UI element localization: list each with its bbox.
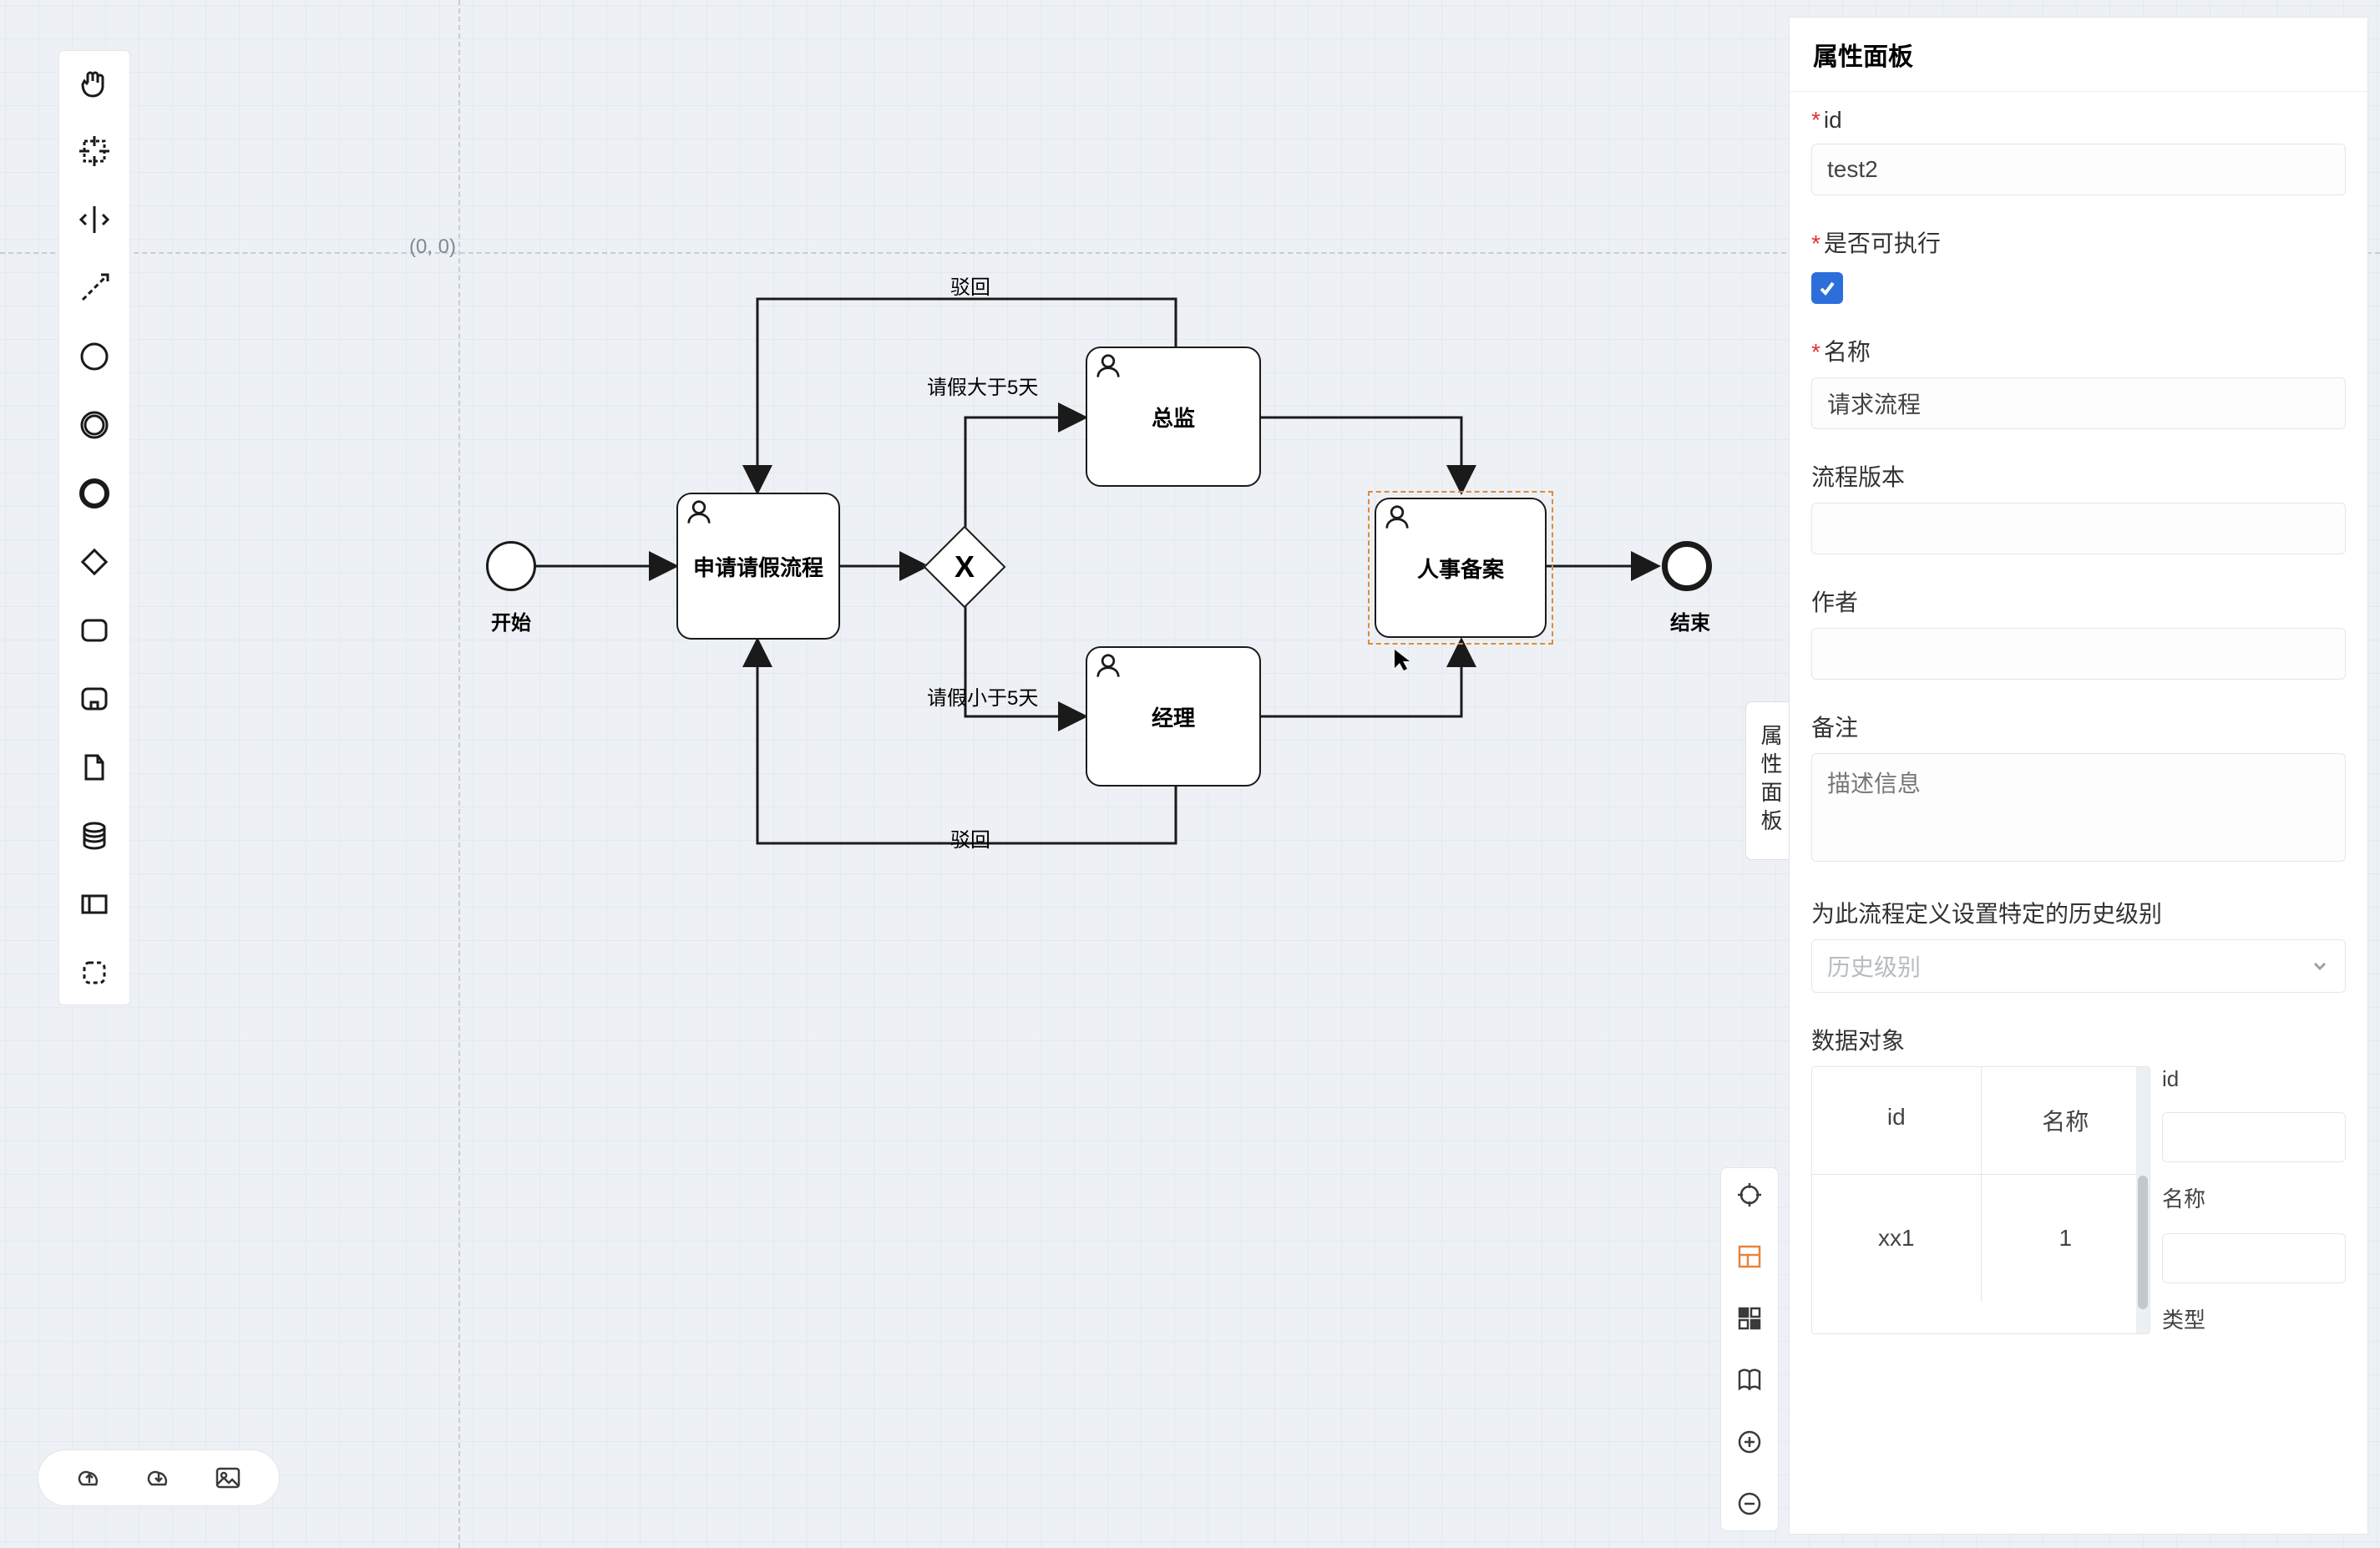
history-level-label: 为此流程定义设置特定的历史级别 — [1811, 901, 2162, 927]
form-id-label: id — [2162, 1066, 2346, 1092]
version-label: 流程版本 — [1811, 464, 1905, 490]
io-toolbar — [38, 1449, 280, 1506]
history-level-placeholder: 历史级别 — [1827, 949, 1921, 983]
cursor-icon — [1393, 648, 1413, 671]
task-tool[interactable] — [69, 605, 119, 655]
task-apply-label: 申请请假流程 — [693, 551, 823, 582]
gateway-tool[interactable] — [69, 537, 119, 587]
history-level-select[interactable]: 历史级别 — [1811, 939, 2346, 993]
form-name-input[interactable] — [2162, 1233, 2346, 1283]
pool-tool[interactable] — [69, 879, 119, 929]
field-version: 流程版本 — [1811, 459, 2346, 554]
name-input[interactable] — [1811, 377, 2346, 429]
task-hr[interactable]: 人事备案 — [1375, 498, 1547, 638]
view-toolbar — [1720, 1167, 1779, 1531]
col-id-header: id — [1812, 1067, 1982, 1175]
author-label: 作者 — [1811, 589, 1858, 615]
user-icon — [1094, 653, 1122, 678]
cell-name: 1 — [1982, 1175, 2150, 1302]
property-panel: 属性面板 *id *是否可执行 *名称 流程版本 作者 备注 为 — [1789, 17, 2368, 1535]
data-object-label: 数据对象 — [1811, 1028, 1905, 1054]
start-event[interactable] — [486, 541, 536, 591]
origin-guide-vertical — [458, 0, 460, 1548]
col-name-header: 名称 — [1982, 1067, 2150, 1175]
data-store-tool[interactable] — [69, 811, 119, 861]
author-input[interactable] — [1811, 628, 2346, 680]
subprocess-tool[interactable] — [69, 674, 119, 724]
zoom-in-button[interactable] — [1731, 1424, 1768, 1460]
field-name: *名称 — [1811, 334, 2346, 429]
end-event-label: 结束 — [1670, 606, 1710, 635]
cell-id: xx1 — [1812, 1175, 1982, 1302]
version-input[interactable] — [1811, 503, 2346, 554]
hand-tool[interactable] — [69, 58, 119, 108]
task-manager-label: 经理 — [1152, 701, 1195, 732]
end-event[interactable] — [1662, 541, 1712, 591]
connector-tool[interactable] — [69, 263, 119, 313]
data-object-form: id 名称 类型 — [2162, 1066, 2346, 1334]
data-object-table: id 名称 xx1 1 — [1811, 1066, 2150, 1334]
start-event-label: 开始 — [491, 606, 531, 635]
task-director-label: 总监 — [1152, 402, 1195, 433]
task-hr-label: 人事备案 — [1417, 553, 1504, 584]
field-id: *id — [1811, 107, 2346, 195]
user-icon — [1383, 504, 1411, 529]
field-history-level: 为此流程定义设置特定的历史级别 历史级别 — [1811, 896, 2346, 993]
form-name-label: 名称 — [2162, 1182, 2346, 1213]
download-button[interactable] — [140, 1459, 177, 1496]
edge-label-gt5: 请假大于5天 — [927, 371, 1038, 400]
id-input[interactable] — [1811, 144, 2346, 195]
end-event-tool[interactable] — [69, 468, 119, 519]
fit-view-button[interactable] — [1731, 1238, 1768, 1275]
field-executable: *是否可执行 — [1811, 225, 2346, 304]
edge-label-reject-bottom: 驳回 — [950, 823, 990, 852]
exclusive-gateway[interactable]: X — [924, 526, 1006, 609]
id-label: id — [1824, 107, 1842, 133]
chevron-down-icon — [2310, 956, 2330, 976]
executable-label: 是否可执行 — [1824, 230, 1941, 256]
edge-label-lt5: 请假小于5天 — [927, 681, 1038, 711]
user-icon — [1094, 353, 1122, 378]
name-label: 名称 — [1824, 339, 1871, 365]
edge-label-reject-top: 驳回 — [950, 271, 990, 300]
user-icon — [685, 499, 713, 524]
upload-button[interactable] — [71, 1459, 108, 1496]
zoom-out-button[interactable] — [1731, 1485, 1768, 1522]
table-scrollbar[interactable] — [2136, 1067, 2150, 1333]
panel-collapse-tab[interactable]: 属性面板 — [1745, 701, 1795, 860]
docs-button[interactable] — [1731, 1362, 1768, 1399]
field-data-object: 数据对象 id 名称 xx1 1 id — [1811, 1023, 2346, 1334]
group-tool[interactable] — [69, 948, 119, 998]
form-type-label: 类型 — [2162, 1303, 2346, 1334]
start-event-tool[interactable] — [69, 331, 119, 382]
tool-palette — [58, 50, 130, 1005]
minimap-button[interactable] — [1731, 1300, 1768, 1337]
gateway-x-label: X — [955, 549, 975, 584]
panel-title: 属性面板 — [1790, 18, 2367, 92]
task-director[interactable]: 总监 — [1086, 347, 1261, 487]
locate-button[interactable] — [1731, 1176, 1768, 1213]
remark-input[interactable] — [1811, 753, 2346, 862]
task-manager[interactable]: 经理 — [1086, 646, 1261, 787]
field-author: 作者 — [1811, 584, 2346, 680]
remark-label: 备注 — [1811, 715, 1858, 741]
form-id-input[interactable] — [2162, 1112, 2346, 1162]
data-object-tool[interactable] — [69, 742, 119, 792]
image-export-button[interactable] — [210, 1459, 246, 1496]
field-remark: 备注 — [1811, 710, 2346, 866]
origin-coords-label: (0, 0) — [409, 235, 456, 259]
table-row[interactable]: xx1 1 — [1812, 1175, 2150, 1302]
lasso-tool[interactable] — [69, 126, 119, 176]
space-tool[interactable] — [69, 195, 119, 245]
executable-checkbox[interactable] — [1811, 272, 1843, 304]
intermediate-event-tool[interactable] — [69, 400, 119, 450]
task-apply[interactable]: 申请请假流程 — [676, 493, 840, 640]
